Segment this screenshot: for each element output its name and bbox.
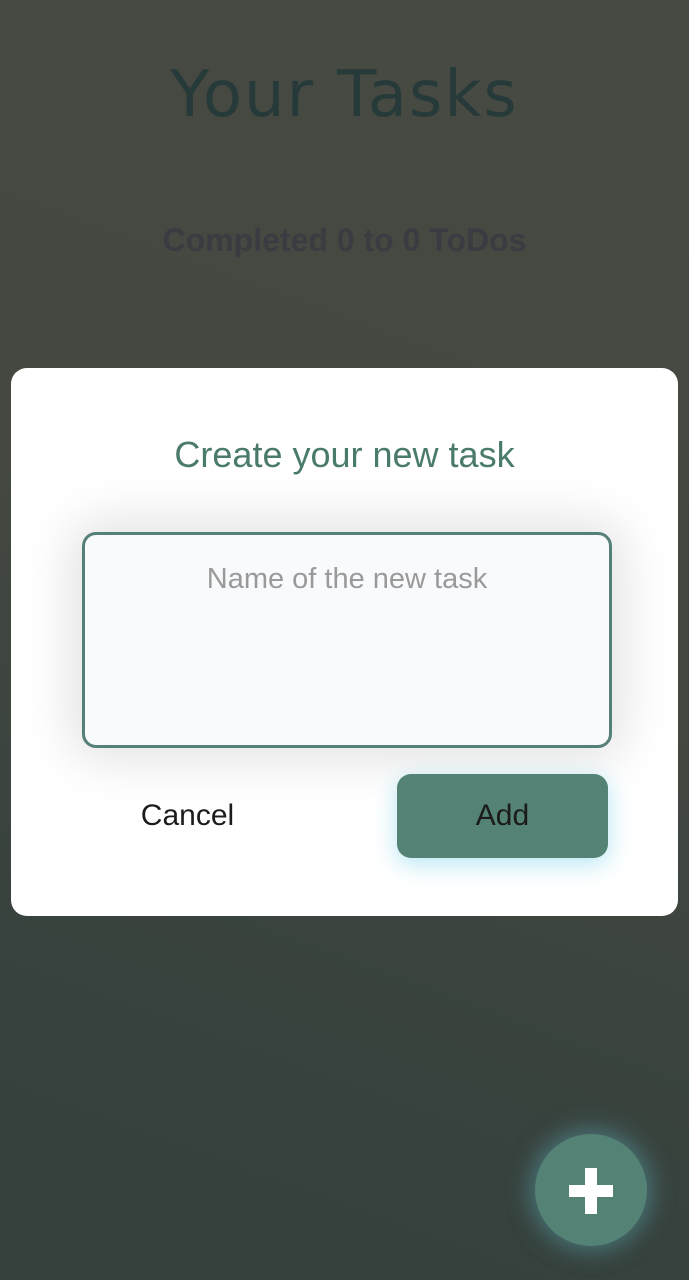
cancel-button[interactable]: Cancel	[100, 774, 275, 858]
page-title: Your Tasks	[170, 58, 519, 132]
completed-count: Completed 0 to 0 ToDos	[162, 222, 527, 258]
task-name-input[interactable]	[82, 532, 612, 748]
dialog-title: Create your new task	[174, 434, 515, 475]
add-button[interactable]: Add	[397, 774, 608, 858]
add-task-fab[interactable]	[535, 1134, 647, 1246]
